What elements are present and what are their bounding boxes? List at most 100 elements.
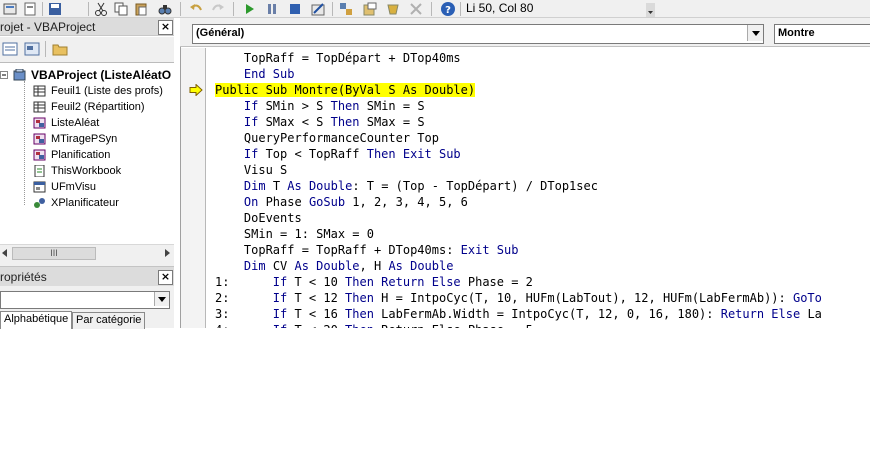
code-text: 4: <box>215 323 273 328</box>
help-icon[interactable]: ? <box>440 1 456 17</box>
collapse-icon[interactable] <box>0 71 8 79</box>
code-text: Visu S <box>215 163 288 177</box>
code-keyword: Dim <box>243 179 266 193</box>
toolbox-icon[interactable] <box>408 1 424 17</box>
dropdown-button[interactable] <box>154 292 169 306</box>
code-text: T < 10 <box>287 275 346 289</box>
run-icon[interactable] <box>241 1 257 17</box>
design-mode-icon[interactable] <box>310 1 326 17</box>
object-select[interactable]: (Général) <box>192 24 764 44</box>
procedure-select-value: Montre <box>778 27 815 39</box>
copy-icon[interactable] <box>113 1 129 17</box>
tree-item-label: Planification <box>51 149 111 161</box>
code-line[interactable]: SMin = 1: SMax = 0 <box>215 226 374 242</box>
chevron-down-icon <box>752 31 760 36</box>
code-line[interactable]: TopRaff = TopRaff + DTop40ms: Exit Sub <box>215 242 519 258</box>
code-text: TopRaff = TopDépart + DTop40ms <box>215 51 461 65</box>
properties-object-select[interactable] <box>0 291 170 309</box>
cut-icon[interactable] <box>93 1 109 17</box>
code-editor[interactable]: TopRaff = TopDépart + DTop40ms End Sub Pu… <box>215 50 870 328</box>
toolbar-separator <box>42 2 43 16</box>
code-line[interactable]: If SMin > S Then SMin = S <box>215 98 425 114</box>
workbook-icon <box>34 165 45 177</box>
tree-item-label: ListeAléat <box>51 117 100 129</box>
code-keyword: On <box>243 195 259 209</box>
properties-window-icon[interactable] <box>362 1 378 17</box>
paste-icon[interactable] <box>133 1 149 17</box>
toolbar-separator <box>233 2 234 16</box>
userform-icon <box>33 181 46 193</box>
procedure-select[interactable]: Montre <box>774 24 870 44</box>
code-keyword: Then Exit Sub <box>366 147 461 161</box>
code-line[interactable]: Dim T As Double: T = (Top - TopDépart) /… <box>215 178 598 194</box>
code-line[interactable]: 2: If T < 12 Then H = IntpoCyc(T, 10, HU… <box>215 290 822 306</box>
code-text: CV <box>265 259 295 273</box>
code-text: SMin = 1: SMax = 0 <box>215 227 374 241</box>
code-text: 2: <box>215 291 273 305</box>
code-text: SMin > S <box>258 99 331 113</box>
toolbar-options-grip[interactable] <box>646 3 655 17</box>
view-excel-icon[interactable] <box>2 1 18 17</box>
insert-icon[interactable] <box>22 1 38 17</box>
undo-icon[interactable] <box>188 1 204 17</box>
code-keyword: Exit Sub <box>460 243 519 257</box>
code-line[interactable]: End Sub <box>215 66 295 82</box>
project-explorer-titlebar: rojet - VBAProject × <box>0 18 174 36</box>
cursor-position-readout: Li 50, Col 80 <box>466 1 534 15</box>
stop-icon[interactable] <box>287 1 303 17</box>
tree-item-label: VBAProject (ListeAléatO <box>31 68 172 82</box>
find-icon[interactable] <box>157 1 173 17</box>
code-line[interactable]: Public Sub Montre(ByVal S As Double) <box>215 82 476 98</box>
code-line[interactable]: QueryPerformanceCounter Top <box>215 130 439 146</box>
scroll-right-icon[interactable] <box>163 248 171 258</box>
save-icon[interactable] <box>47 1 63 17</box>
toolbar-separator <box>460 2 461 16</box>
code-line[interactable]: Visu S <box>215 162 287 178</box>
code-keyword: If <box>272 307 288 321</box>
object-browser-icon[interactable] <box>385 1 401 17</box>
properties-titlebar: ropriétés × <box>0 266 174 286</box>
code-keyword: If <box>273 323 287 328</box>
code-text: 1: <box>215 275 273 289</box>
code-line[interactable]: If Top < TopRaff Then Exit Sub <box>215 146 461 162</box>
code-line[interactable]: If SMax < S Then SMax = S <box>215 114 425 130</box>
code-text: SMax < S <box>258 115 331 129</box>
view-object-icon[interactable] <box>24 42 40 56</box>
code-text: Phase = 2 <box>460 275 533 289</box>
project-tree-hscrollbar[interactable]: III <box>0 244 174 260</box>
code-keyword: If <box>243 99 259 113</box>
code-keyword: Then <box>345 291 374 305</box>
code-line[interactable]: 1: If T < 10 Then Return Else Phase = 2 <box>215 274 533 290</box>
dropdown-button[interactable] <box>747 25 763 41</box>
project-explorer-icon[interactable] <box>338 1 354 17</box>
code-text: LabFermAb.Width = IntpoCyc(T, 12, 0, 16,… <box>373 307 721 321</box>
tab-par-categorie[interactable]: Par catégorie <box>72 312 146 329</box>
code-text: Top < TopRaff <box>258 147 367 161</box>
close-project-explorer-button[interactable]: × <box>158 20 173 35</box>
chevron-down-icon <box>158 297 166 302</box>
code-line[interactable]: 3: If T < 16 Then LabFermAb.Width = Intp… <box>215 306 822 322</box>
code-line[interactable]: DoEvents <box>215 210 302 226</box>
code-text: H = IntpoCyc(T, 10, HUFm(LabTout), 12, H… <box>373 291 793 305</box>
code-line[interactable]: 4: If T < 20 Then Return Else Phase = 5 <box>215 322 533 328</box>
close-properties-button[interactable]: × <box>158 270 173 285</box>
code-keyword: Dim <box>243 259 266 273</box>
code-line[interactable]: Dim CV As Double, H As Double <box>215 258 454 274</box>
code-line[interactable]: TopRaff = TopDépart + DTop40ms <box>215 50 461 66</box>
pause-icon[interactable] <box>264 1 280 17</box>
view-code-icon[interactable] <box>2 42 18 56</box>
toggle-folders-icon[interactable] <box>52 42 68 56</box>
module-icon <box>33 149 46 161</box>
toolbar-separator <box>431 2 432 16</box>
scroll-left-icon[interactable] <box>1 248 9 258</box>
tab-alphabetique[interactable]: Alphabétique <box>0 311 73 329</box>
module-icon <box>33 133 46 145</box>
scroll-thumb[interactable]: III <box>12 247 96 260</box>
worksheet-icon <box>33 85 46 97</box>
redo-icon[interactable] <box>210 1 226 17</box>
code-line[interactable]: On Phase GoSub 1, 2, 3, 4, 5, 6 <box>215 194 468 210</box>
code-text: Phase <box>258 195 309 209</box>
